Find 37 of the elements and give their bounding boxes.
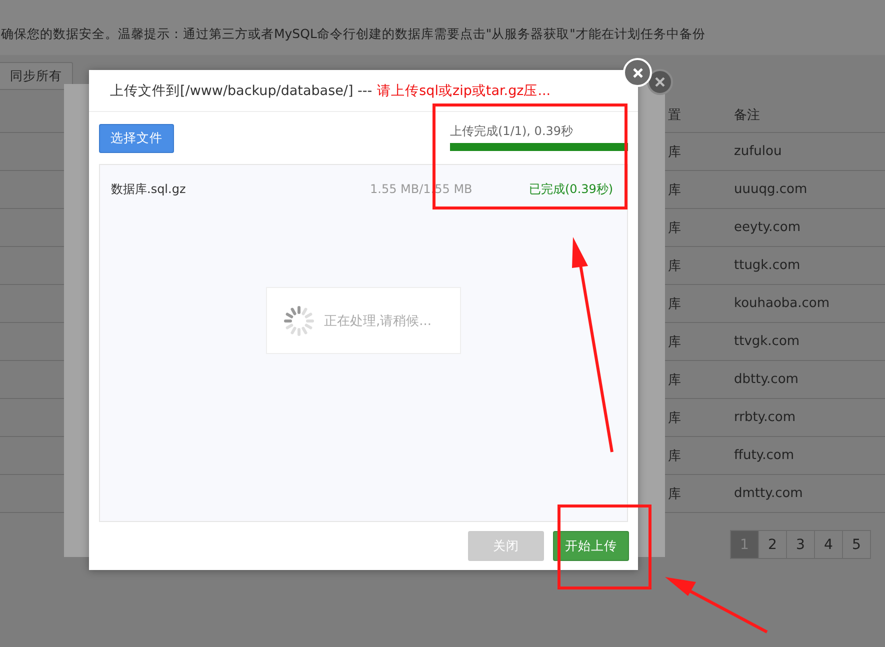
page-button[interactable]: 3: [786, 530, 815, 559]
upload-status: 已完成(0.39秒): [529, 180, 614, 198]
start-upload-button[interactable]: 开始上传: [553, 531, 629, 561]
choose-file-button[interactable]: 选择文件: [99, 124, 174, 153]
table-cell-text: 库: [668, 448, 682, 464]
progress-text: 上传完成(1/1), 0.39秒: [450, 123, 574, 140]
table-cell: dmtty.com: [734, 486, 803, 501]
table-cell-text: 库: [668, 220, 682, 236]
table-cell-text: 库: [668, 144, 682, 160]
file-name: 数据库.sql.gz: [111, 180, 187, 198]
table-cell-text: 库: [668, 410, 682, 426]
table-cell: kouhaoba.com: [734, 296, 830, 311]
table-cell: uuuqg.com: [734, 182, 808, 197]
table-cell-text: 库: [668, 334, 682, 350]
table-cell: eeyty.com: [734, 220, 801, 235]
table-cell-text: 库: [668, 258, 682, 274]
table-cell: ffuty.com: [734, 448, 794, 463]
table-cell-text: 库: [668, 486, 682, 502]
table-cell-text: 库: [668, 372, 682, 388]
page-button[interactable]: 4: [814, 530, 843, 559]
dialog-title: 上传文件到[/www/backup/database/] ---: [110, 82, 372, 100]
table-cell: ttugk.com: [734, 258, 800, 273]
spinner-icon: [283, 304, 315, 336]
sync-button[interactable]: 同步所有: [0, 62, 73, 90]
column-header: 置: [668, 106, 682, 124]
notice-text: 确保您的数据安全。温馨提示：通过第三方或者MySQL命令行创建的数据库需要点击"从服务器获取"才能在计划任务中备份: [0, 0, 885, 55]
table-cell: rrbty.com: [734, 410, 796, 425]
table-cell-text: 库: [668, 182, 682, 198]
page-button[interactable]: 2: [758, 530, 787, 559]
upload-hint: 请上传sql或zip或tar.gz压...: [377, 82, 551, 100]
loading-text: 正在处理,请稍候...: [324, 312, 432, 330]
table-cell-text: 库: [668, 296, 682, 312]
table-cell: ttvgk.com: [734, 334, 800, 349]
table-cell: zufulou: [734, 144, 782, 159]
column-header: 备注: [734, 106, 760, 124]
page-button[interactable]: 5: [842, 530, 871, 559]
table-cell: dbtty.com: [734, 372, 798, 387]
